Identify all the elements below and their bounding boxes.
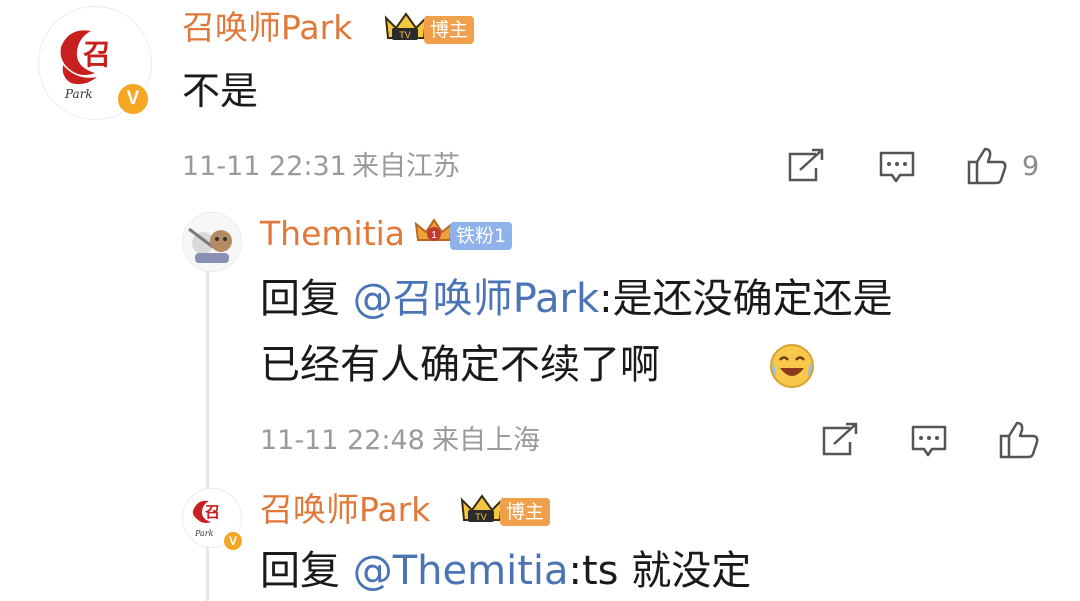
username[interactable]: 召唤师Park [260,490,430,530]
username[interactable]: 召唤师Park [182,8,352,48]
verified-icon: V [222,530,244,552]
like-icon[interactable] [966,146,1008,186]
like-icon[interactable] [998,420,1040,460]
avatar-illustration [188,227,232,263]
reply-prefix: 回复 [260,548,353,594]
reply-location: 来自上海 [432,425,540,456]
share-icon[interactable] [786,148,826,184]
comment-location: 来自江苏 [352,151,460,182]
laugh-cry-emoji [770,344,814,388]
reply-text: :是还没确定还是 [599,276,893,322]
share-icon[interactable] [820,422,860,458]
comment-icon[interactable] [878,150,916,184]
fan-tag: 铁粉1 [450,222,513,250]
avatar-char: 召 [83,38,112,71]
reply-prefix: 回复 [260,276,353,322]
mention-link[interactable]: @召唤师Park [353,276,599,322]
svg-text:TV: TV [399,30,411,40]
reply-text-line1: 回复 @Themitia:ts 就没定 [260,544,751,598]
avatar-sub: Park [195,529,214,538]
mention-link[interactable]: @Themitia [353,548,569,594]
comment-icon[interactable] [910,424,948,458]
avatar-sub: Park [65,87,93,101]
blogger-tag: 博主 [500,498,551,526]
avatar[interactable] [182,212,242,272]
svg-text:TV: TV [475,512,487,522]
comment-text: 不是 [182,69,259,113]
like-count: 9 [1022,151,1040,182]
svg-text:1: 1 [431,230,437,241]
crown-icon: TV [460,494,504,522]
comment-time: 11-11 22:31 [182,151,347,182]
thread-line [206,270,209,601]
verified-icon: V [116,82,150,116]
reply-text: :ts 就没定 [568,548,752,594]
username[interactable]: Themitia [260,214,405,254]
avatar-char: 召 [205,503,221,521]
blogger-tag: 博主 [424,16,475,44]
reply-text-line2: 已经有人确定不续了啊 [260,338,660,392]
reply-text: 已经有人确定不续了啊 [260,342,660,388]
reply-text-line1: 回复 @召唤师Park:是还没确定还是 [260,272,893,326]
crown-icon: TV [384,12,428,40]
reply-time: 11-11 22:48 [260,425,425,456]
